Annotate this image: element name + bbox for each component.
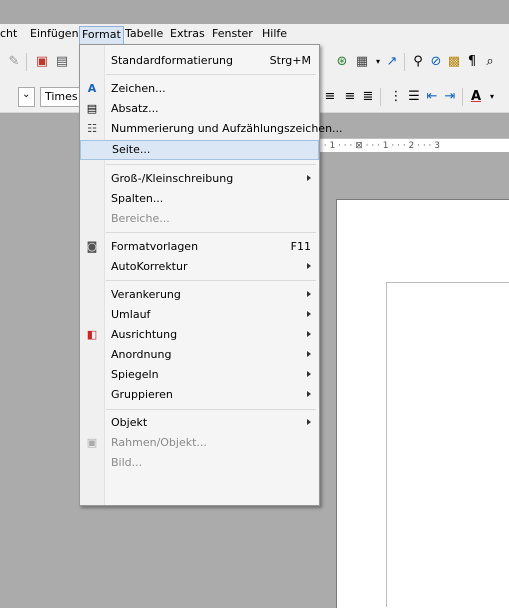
ruler-markings: · · 1 · · · ⊠ · · · 1 · · · 2 · · · 3 <box>318 141 440 151</box>
menu-item-gruppieren[interactable]: Gruppieren <box>80 385 319 405</box>
style-dropdown[interactable]: ⌄ <box>18 87 35 107</box>
font-color-icon[interactable]: A <box>468 89 484 105</box>
menu-separator <box>106 164 316 165</box>
alignment-icon: ◧ <box>86 328 98 341</box>
menu-ansicht[interactable]: cht <box>0 27 17 43</box>
print-icon[interactable]: ▤ <box>54 54 70 70</box>
menu-item-label: Nummerierung und Aufzählungszeichen... <box>111 122 343 135</box>
menu-item-label: Rahmen/Objekt... <box>111 436 207 449</box>
menu-item-shortcut: Strg+M <box>269 54 311 67</box>
menu-item-spiegeln[interactable]: Spiegeln <box>80 365 319 385</box>
menu-item-standardformatierung[interactable]: Standardformatierung Strg+M <box>80 51 319 71</box>
menu-item-autokorrektur[interactable]: AutoKorrektur <box>80 257 319 277</box>
menu-item-label: Absatz... <box>111 102 159 115</box>
edit-icon[interactable]: ✎ <box>6 54 22 70</box>
numbering-icon: ☷ <box>87 122 97 135</box>
menu-item-anordnung[interactable]: Anordnung <box>80 345 319 365</box>
menu-item-label: Bild... <box>111 456 143 469</box>
menu-item-label: Formatvorlagen <box>111 240 199 253</box>
menu-extras[interactable]: Extras <box>170 27 205 43</box>
menu-item-label: Zeichen... <box>111 82 166 95</box>
format-menu: Standardformatierung Strg+M A Zeichen...… <box>79 44 343 506</box>
menu-item-label: Verankerung <box>111 288 181 301</box>
datasource-icon[interactable]: ▩ <box>446 54 462 70</box>
table-icon[interactable]: ▦ <box>354 54 370 70</box>
menu-item-verankerung[interactable]: Verankerung <box>80 285 319 305</box>
menu-hilfe[interactable]: Hilfe <box>262 27 287 43</box>
menu-item-label: Bereiche... <box>111 212 170 225</box>
menu-item-objekt[interactable]: Objekt <box>80 413 319 433</box>
menu-bar: cht Einfügen Format Tabelle Extras Fenst… <box>0 24 509 45</box>
menu-item-label: Anordnung <box>111 348 172 361</box>
menu-tabelle[interactable]: Tabelle <box>125 27 163 43</box>
pdf-export-icon[interactable]: ▣ <box>34 54 50 70</box>
menu-item-seite[interactable]: Seite... <box>80 140 319 160</box>
submenu-arrow-icon <box>307 311 311 317</box>
menu-einfuegen[interactable]: Einfügen <box>30 27 79 43</box>
align-block-icon[interactable]: ≣ <box>360 89 376 105</box>
character-icon: A <box>87 82 97 95</box>
font-name-value: Times <box>45 90 78 103</box>
submenu-arrow-icon <box>307 391 311 397</box>
menu-fenster[interactable]: Fenster <box>212 27 253 43</box>
menu-item-zeichen[interactable]: A Zeichen... <box>80 79 319 99</box>
menu-separator <box>106 232 316 233</box>
submenu-arrow-icon <box>307 263 311 269</box>
menu-item-formatvorlagen[interactable]: ◙ Formatvorlagen F11 <box>80 237 319 257</box>
text-boundary-left <box>386 282 387 607</box>
menu-separator <box>106 280 316 281</box>
menu-item-umlauf[interactable]: Umlauf <box>80 305 319 325</box>
menu-item-label: Standardformatierung <box>111 54 234 67</box>
menu-item-label: Gruppieren <box>111 388 173 401</box>
submenu-arrow-icon <box>307 371 311 377</box>
menu-separator <box>106 409 316 410</box>
submenu-arrow-icon <box>307 291 311 297</box>
menu-item-label: Objekt <box>111 416 148 429</box>
navigator-icon[interactable]: ⊛ <box>334 54 350 70</box>
align-justify-icon[interactable]: ≡ <box>342 89 358 105</box>
menu-item-nummerierung[interactable]: ☷ Nummerierung und Aufzählungszeichen... <box>80 119 342 139</box>
formatting-marks-icon[interactable]: ¶ <box>464 54 480 70</box>
menu-separator <box>106 74 316 75</box>
chevron-down-icon: ⌄ <box>22 89 31 100</box>
bullets-list-icon[interactable]: ☰ <box>406 89 422 105</box>
gallery-icon[interactable]: ⊘ <box>428 54 444 70</box>
numbering-list-icon[interactable]: ⋮ <box>388 89 404 105</box>
menu-item-shortcut: F11 <box>290 240 311 253</box>
draw-icon[interactable]: ↗ <box>384 54 400 70</box>
zoom-icon[interactable]: ⌕ <box>482 54 498 70</box>
menu-item-label: Spalten... <box>111 192 164 205</box>
submenu-arrow-icon <box>307 175 311 181</box>
title-bar <box>0 0 509 24</box>
decrease-indent-icon[interactable]: ⇤ <box>424 89 440 105</box>
menu-item-label: Spiegeln <box>111 368 159 381</box>
menu-item-bereiche[interactable]: Bereiche... <box>80 209 319 229</box>
submenu-arrow-icon <box>307 351 311 357</box>
menu-item-label: Ausrichtung <box>111 328 178 341</box>
menu-item-label: Seite... <box>112 143 151 156</box>
menu-item-label: Umlauf <box>111 308 151 321</box>
document-page[interactable] <box>336 199 509 608</box>
menu-item-absatz[interactable]: ▤ Absatz... <box>80 99 319 119</box>
text-boundary-top <box>386 282 509 283</box>
menu-item-gross-kleinschreibung[interactable]: Groß-/Kleinschreibung <box>80 169 319 189</box>
menu-item-label: Groß-/Kleinschreibung <box>111 172 234 185</box>
menu-item-label: AutoKorrektur <box>111 260 188 273</box>
submenu-arrow-icon <box>307 419 311 425</box>
increase-indent-icon[interactable]: ⇥ <box>442 89 458 105</box>
submenu-arrow-icon <box>307 331 311 337</box>
paragraph-icon: ▤ <box>86 102 98 115</box>
font-name-field[interactable]: Times <box>40 87 82 107</box>
styles-icon: ◙ <box>86 240 98 253</box>
align-right-icon[interactable]: ≡ <box>322 89 338 105</box>
find-icon[interactable]: ⚲ <box>410 54 426 70</box>
chevron-down-icon[interactable]: ▾ <box>484 89 500 105</box>
menu-item-ausrichtung[interactable]: ◧ Ausrichtung <box>80 325 319 345</box>
menu-item-bild[interactable]: Bild... <box>80 453 319 473</box>
menu-item-spalten[interactable]: Spalten... <box>80 189 319 209</box>
menu-item-rahmen-objekt[interactable]: ▣ Rahmen/Objekt... <box>80 433 319 453</box>
menu-format[interactable]: Format <box>79 26 124 45</box>
frame-icon: ▣ <box>86 436 98 449</box>
